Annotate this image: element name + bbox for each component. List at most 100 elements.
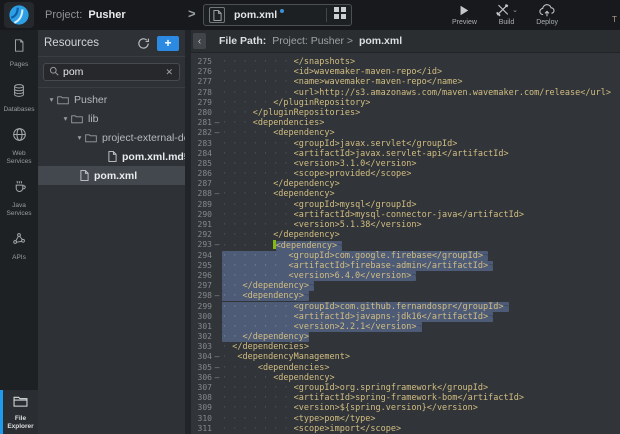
code-text: · · · · · · · <groupId>javax.servlet</gr… [222,139,457,149]
fold-gutter [212,57,222,67]
file-type-icon [209,7,225,23]
project-label: Project: [45,9,82,21]
ide-window: Project: Pusher > pom.xml Preview⌄BuildD… [0,0,620,434]
code-line[interactable]: 294· · · · · · <groupId>com.google.fireb… [191,251,620,261]
code-line[interactable]: 276· · · · · · · <id>wavemaker-maven-rep… [191,67,620,77]
code-line[interactable]: 311· · · · · · · <scope>import</scope> [191,424,620,434]
tree-item-lib[interactable]: ▾lib [38,109,185,128]
tree-item-pom.xml.md5sum[interactable]: pom.xml.md5sum [38,147,185,166]
code-line[interactable]: 298–· · <dependency>¬ [191,291,620,301]
fold-marker[interactable]: – [212,240,222,250]
indent-dots: · · · · · · · [222,403,294,413]
sidebar-item-label: APIs [12,254,26,262]
sidebar-item-web-services[interactable]: WebServices [0,119,38,171]
sidebar-item-databases[interactable]: Databases [0,75,38,120]
deploy-button[interactable]: Deploy [536,3,558,26]
code-line[interactable]: 299· · · · · · · <groupId>com.github.fer… [191,302,620,312]
sidebar-item-apis[interactable]: APIs [0,223,38,268]
sidebar-item-java-services[interactable]: JavaServices [0,171,38,223]
code-line[interactable]: 310· · · · · · · <type>pom</type> [191,414,620,424]
code-line[interactable]: 289· · · · · · · <groupId>mysql</groupId… [191,200,620,210]
line-number: 303 [191,342,212,352]
code-text: · · · · · · · <version>2.2.1</version>¬ [222,322,422,332]
collapse-panel-icon[interactable]: ‹ [193,33,206,49]
indent-dots: · · [222,281,242,291]
code-line[interactable]: 282–· · · · · <dependency> [191,128,620,138]
code-line[interactable]: 302· · </dependency> [191,332,620,342]
code-area[interactable]: 275· · · · · · · </snapshots>276· · · · … [191,53,620,434]
chevron-down-icon[interactable]: ▾ [46,95,57,104]
code-text: · · </dependency> [222,332,309,342]
code-line[interactable]: 295· · · · · · <artifactId>firebase-admi… [191,261,620,271]
code-line[interactable]: 283· · · · · · · <groupId>javax.servlet<… [191,139,620,149]
code-line[interactable]: 286· · · · · · · <scope>provided</scope> [191,169,620,179]
line-number: 289 [191,200,212,210]
indent-dots: · · · · · · · [222,88,294,98]
fold-marker[interactable]: – [212,352,222,362]
grid-view-icon[interactable] [334,6,346,24]
folder-icon [71,114,83,124]
fold-marker[interactable]: – [212,363,222,373]
tree-item-project-external-dependencies[interactable]: ▾project-external-dependencies [38,128,185,147]
chevron-down-icon[interactable]: ▾ [60,114,71,123]
fold-gutter [212,312,222,322]
code-line[interactable]: 301· · · · · · · <version>2.2.1</version… [191,322,620,332]
code-line[interactable]: 281–· · · <dependencies> [191,118,620,128]
code-line[interactable]: 291· · · · · · · <version>5.1.38</versio… [191,220,620,230]
code-line[interactable]: 288–· · · · · <dependency> [191,189,620,199]
code-line[interactable]: 296· · · · · · <version>6.4.0</version>¬ [191,271,620,281]
code-line[interactable]: 307· · · · · · · <groupId>org.springfram… [191,383,620,393]
newline-marker: ¬ [411,271,416,281]
code-line[interactable]: 303· </dependencies> [191,342,620,352]
fold-gutter [212,332,222,342]
sidebar-item-file-explorer[interactable]: FileExplorer [0,390,38,434]
code-line[interactable]: 277· · · · · · · <name>wavemaker-maven-r… [191,77,620,87]
chevron-down-icon[interactable]: ▾ [74,133,85,142]
fold-gutter [212,210,222,220]
close-icon[interactable]: ✕ [164,67,174,78]
search-input[interactable] [63,66,164,78]
newline-marker: ¬ [309,281,314,291]
code-line[interactable]: 287· · · · · </dependency> [191,179,620,189]
code-line[interactable]: 280· · · </pluginRepositories> [191,108,620,118]
code-line[interactable]: 297· · </dependency>¬ [191,281,620,291]
code-line[interactable]: 290· · · · · · · <artifactId>mysql-conne… [191,210,620,220]
indent-dots: · · · · · [222,128,273,138]
pages-icon [12,38,26,58]
fold-marker[interactable]: – [212,373,222,383]
add-resource-button[interactable]: + [157,36,179,51]
fold-gutter [212,393,222,403]
code-line[interactable]: 278· · · · · · · <url>http://s3.amazonaw… [191,88,620,98]
code-line[interactable]: 305–· · · <dependencies> [191,363,620,373]
tree-item-pom.xml[interactable]: pom.xml [38,166,185,185]
preview-button[interactable]: Preview [452,3,477,26]
refresh-icon[interactable] [135,35,151,51]
action-label: Build [499,19,515,26]
fold-gutter [212,342,222,352]
code-line[interactable]: 308· · · · · · · <artifactId>spring-fram… [191,393,620,403]
selection: · · </dependency>¬ [222,281,314,291]
code-line[interactable]: 300· · · · · · · <artifactId>javapns-jdk… [191,312,620,322]
code-line[interactable]: 309· · · · · · · <version>${spring.versi… [191,403,620,413]
build-button[interactable]: ⌄Build [495,3,518,26]
fold-gutter [212,403,222,413]
wavemaker-logo[interactable] [4,2,34,28]
top-bar: Project: Pusher > pom.xml Preview⌄BuildD… [0,0,620,30]
fold-marker[interactable]: – [212,291,222,301]
code-line[interactable]: 279· · · · · </pluginRepository> [191,98,620,108]
code-line[interactable]: 306–· · · · · <dependency> [191,373,620,383]
fold-marker[interactable]: – [212,128,222,138]
open-file-tab[interactable]: pom.xml [203,4,352,26]
code-line[interactable]: 285· · · · · · · <version>3.1.0</version… [191,159,620,169]
code-line[interactable]: 292· · · · · </dependency> [191,230,620,240]
fold-marker[interactable]: – [212,189,222,199]
tree-item-Pusher[interactable]: ▾Pusher [38,90,185,109]
code-line[interactable]: 293–· · · · · <dependency>¬ [191,240,620,250]
sidebar-item-pages[interactable]: Pages [0,30,38,75]
code-line[interactable]: 284· · · · · · · <artifactId>javax.servl… [191,149,620,159]
code-line[interactable]: 275· · · · · · · </snapshots> [191,57,620,67]
fold-marker[interactable]: – [212,118,222,128]
code-line[interactable]: 304–· <dependencyManagement> [191,352,620,362]
indent-dots: · · · · · · · [222,393,294,403]
fold-gutter [212,179,222,189]
